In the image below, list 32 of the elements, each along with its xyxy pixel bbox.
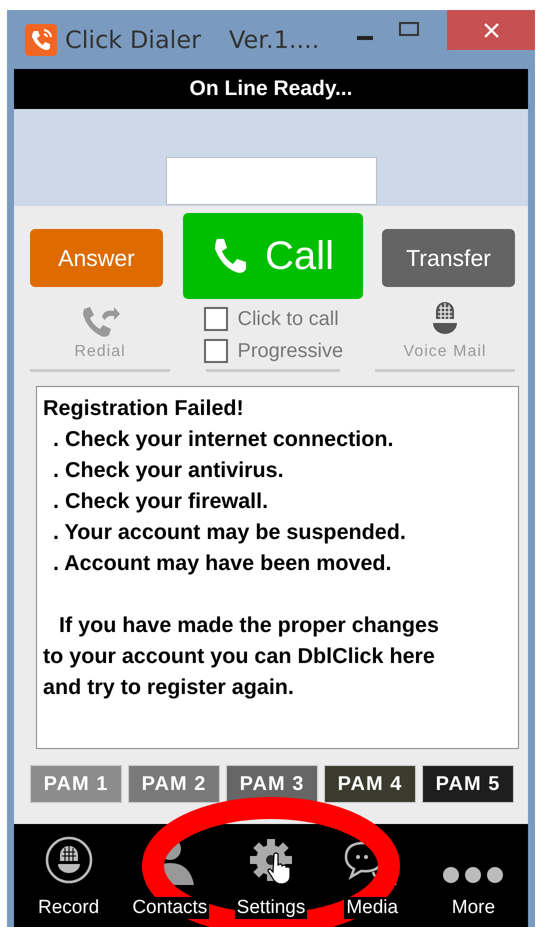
message-note: If you have made the proper changes to your account you can DblClick here and try to register again. xyxy=(43,612,440,701)
settings-nav-button[interactable]: Settings xyxy=(220,824,322,927)
window-title: Click Dialer xyxy=(65,26,201,54)
option-checkbox[interactable]: Progressive xyxy=(204,335,344,367)
message-box[interactable] xyxy=(36,386,519,749)
version-label: Ver.1.... xyxy=(228,26,320,54)
message-title: Registration Failed! xyxy=(43,395,245,422)
record-nav-button[interactable]: Record xyxy=(18,824,120,927)
status-text: On Line Ready... xyxy=(190,77,352,101)
microphone-icon xyxy=(44,835,94,885)
phone-app-icon xyxy=(25,24,57,56)
media-nav-button[interactable]: Media xyxy=(322,824,423,927)
more-nav-button[interactable]: More xyxy=(422,824,524,927)
contacts-nav-button[interactable]: Contacts xyxy=(119,824,220,927)
message-item: . Account may have been moved. xyxy=(52,550,393,577)
pam-button[interactable]: PAM 4 xyxy=(324,765,416,803)
more-icon xyxy=(441,865,506,885)
maximize-icon[interactable] xyxy=(399,22,419,36)
close-button[interactable] xyxy=(447,10,535,50)
transfer-button[interactable]: Transfer xyxy=(382,229,515,287)
pam-button[interactable]: PAM 1 xyxy=(30,765,122,803)
hand-cursor-icon xyxy=(267,852,291,884)
answer-button[interactable]: Answer xyxy=(30,229,163,287)
option-checkbox[interactable]: Click to call xyxy=(204,303,339,335)
message-item: . Your account may be suspended. xyxy=(52,519,407,546)
close-icon xyxy=(484,22,498,38)
pam-button[interactable]: PAM 5 xyxy=(422,765,514,803)
message-item: . Check your antivirus. xyxy=(52,457,285,484)
number-input-field[interactable] xyxy=(166,157,376,205)
pam-button[interactable]: PAM 2 xyxy=(128,765,220,803)
message-item: . Check your internet connection. xyxy=(52,426,394,453)
message-item: . Check your firewall. xyxy=(52,488,270,515)
